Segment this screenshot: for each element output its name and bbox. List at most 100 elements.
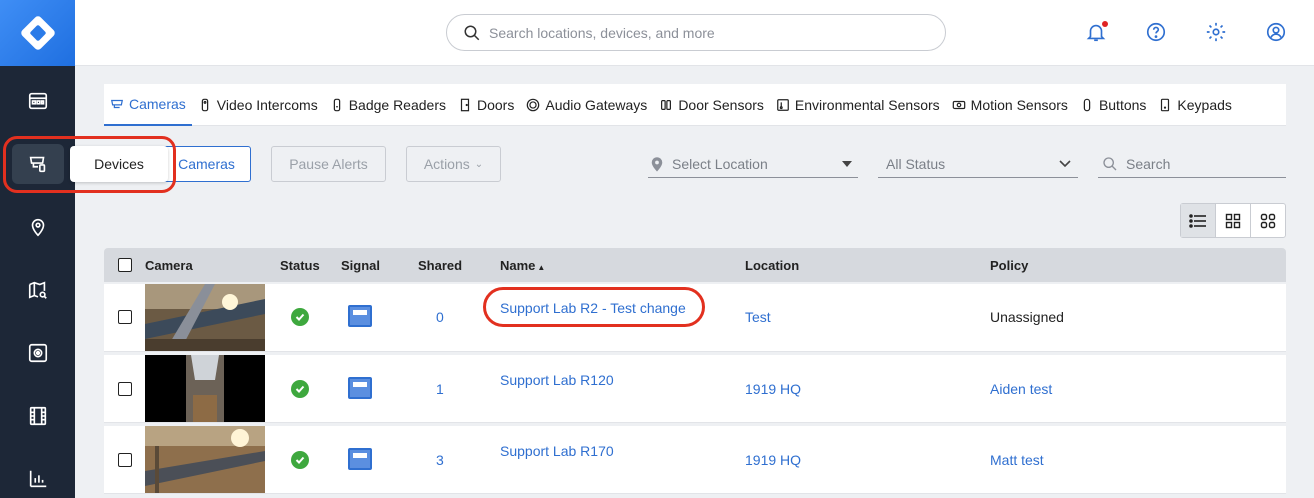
camera-thumbnail[interactable] — [145, 284, 265, 351]
help-button[interactable] — [1144, 20, 1168, 44]
camera-snapshot — [145, 426, 265, 493]
cameras-button[interactable]: Cameras — [162, 146, 251, 182]
tab-label: Badge Readers — [348, 96, 446, 113]
table-header: Camera Status Signal Shared Name ▲ Locati… — [104, 248, 1286, 282]
camera-thumbnail[interactable] — [145, 355, 265, 422]
user-icon — [1266, 22, 1286, 42]
location-link[interactable]: 1919 HQ — [745, 381, 801, 397]
tab-motion-sensors[interactable]: Motion Sensors — [946, 84, 1074, 126]
dashboard-icon — [28, 92, 47, 110]
column-shared[interactable]: Shared — [418, 258, 462, 273]
status-select-value: All Status — [886, 155, 946, 172]
tab-door-sensors[interactable]: Door Sensors — [653, 84, 770, 126]
column-camera[interactable]: Camera — [145, 258, 193, 273]
sidebar-item-map[interactable] — [0, 265, 75, 315]
location-select-value: Select Location — [672, 155, 768, 172]
policy-link[interactable]: Matt test — [990, 452, 1044, 468]
tab-buttons[interactable]: Buttons — [1074, 84, 1152, 126]
shared-count[interactable]: 0 — [436, 309, 444, 325]
ethernet-signal-icon — [348, 377, 372, 399]
sidebar-item-devices[interactable] — [0, 139, 75, 189]
app-logo[interactable] — [0, 0, 75, 66]
map-search-icon — [28, 281, 47, 299]
location-link[interactable]: Test — [745, 309, 771, 325]
list-icon — [1189, 213, 1206, 228]
tab-doors[interactable]: Doors — [452, 84, 520, 126]
column-name[interactable]: Name ▲ — [500, 258, 545, 273]
row-checkbox[interactable] — [118, 310, 132, 324]
table-search-placeholder: Search — [1126, 155, 1171, 172]
shared-count[interactable]: 1 — [436, 381, 444, 397]
large-grid-view-button[interactable] — [1251, 204, 1285, 237]
column-signal[interactable]: Signal — [341, 258, 380, 273]
device-type-tabs: Cameras Video Intercoms Badge Readers Do… — [104, 84, 1286, 126]
table-row[interactable]: 3 Support Lab R170 1919 HQ Matt test — [104, 426, 1286, 494]
select-all-checkbox[interactable] — [118, 258, 132, 272]
sidebar-item-dashboard[interactable] — [0, 76, 75, 126]
camera-view-icon — [28, 343, 47, 363]
gear-icon — [1206, 22, 1226, 42]
search-icon — [1103, 156, 1117, 170]
table-search[interactable]: Search — [1098, 150, 1286, 178]
sidebar — [0, 0, 75, 498]
caret-down-icon — [842, 161, 852, 167]
pause-alerts-button[interactable]: Pause Alerts — [271, 146, 386, 182]
keypad-icon — [1161, 98, 1170, 111]
global-search-input[interactable] — [489, 24, 929, 41]
status-online-icon — [291, 451, 309, 469]
search-icon — [464, 25, 480, 40]
tab-video-intercoms[interactable]: Video Intercoms — [192, 84, 324, 126]
global-search[interactable] — [446, 14, 946, 51]
profile-button[interactable] — [1264, 20, 1288, 44]
table-row[interactable]: 0 Support Lab R2 - Test change Test Unas… — [104, 284, 1286, 352]
settings-button[interactable] — [1204, 20, 1228, 44]
tab-label: Audio Gateways — [545, 96, 648, 113]
camera-thumbnail[interactable] — [145, 426, 265, 493]
notifications-button[interactable] — [1084, 20, 1108, 44]
analytics-icon — [29, 470, 46, 488]
camera-name-link[interactable]: Support Lab R120 — [500, 372, 614, 388]
list-view-button[interactable] — [1181, 204, 1216, 237]
grid-view-button[interactable] — [1216, 204, 1251, 237]
logo-icon — [20, 16, 55, 50]
button-device-icon — [1083, 98, 1091, 111]
tab-label: Cameras — [129, 95, 186, 112]
sidebar-item-analytics[interactable] — [0, 454, 75, 498]
status-online-icon — [291, 380, 309, 398]
tab-cameras[interactable]: Cameras — [104, 84, 192, 126]
tab-environmental-sensors[interactable]: Environmental Sensors — [770, 84, 946, 126]
table-row[interactable]: 1 Support Lab R120 1919 HQ Aiden test — [104, 355, 1286, 423]
audio-gateway-icon — [527, 98, 540, 111]
column-location[interactable]: Location — [745, 258, 799, 273]
policy-value: Unassigned — [990, 309, 1064, 325]
film-icon — [29, 406, 46, 426]
policy-link[interactable]: Aiden test — [990, 381, 1052, 397]
column-policy[interactable]: Policy — [990, 258, 1028, 273]
tab-badge-readers[interactable]: Badge Readers — [324, 84, 452, 126]
tab-label: Buttons — [1098, 96, 1147, 113]
ethernet-signal-icon — [348, 448, 372, 470]
motion-sensor-icon — [952, 100, 965, 109]
camera-name-link[interactable]: Support Lab R2 - Test change — [500, 300, 686, 316]
ethernet-signal-icon — [348, 305, 372, 327]
tab-label: Keypads — [1177, 96, 1232, 113]
sidebar-item-recordings[interactable] — [0, 391, 75, 441]
sidebar-item-camera-view[interactable] — [0, 328, 75, 378]
door-sensor-icon — [661, 99, 672, 110]
status-online-icon — [291, 308, 309, 326]
shared-count[interactable]: 3 — [436, 452, 444, 468]
location-select[interactable]: Select Location — [648, 150, 858, 178]
intercom-icon — [201, 98, 209, 111]
status-select[interactable]: All Status — [878, 150, 1078, 178]
tab-audio-gateways[interactable]: Audio Gateways — [520, 84, 653, 126]
tab-keypads[interactable]: Keypads — [1152, 84, 1237, 126]
actions-button[interactable]: Actions ⌄ — [406, 146, 501, 182]
column-status[interactable]: Status — [280, 258, 320, 273]
devices-icon — [29, 156, 45, 173]
row-checkbox[interactable] — [118, 382, 132, 396]
actions-label: Actions — [423, 156, 470, 172]
camera-name-link[interactable]: Support Lab R170 — [500, 443, 614, 459]
sidebar-item-locations[interactable] — [0, 202, 75, 252]
location-link[interactable]: 1919 HQ — [745, 452, 801, 468]
row-checkbox[interactable] — [118, 453, 132, 467]
